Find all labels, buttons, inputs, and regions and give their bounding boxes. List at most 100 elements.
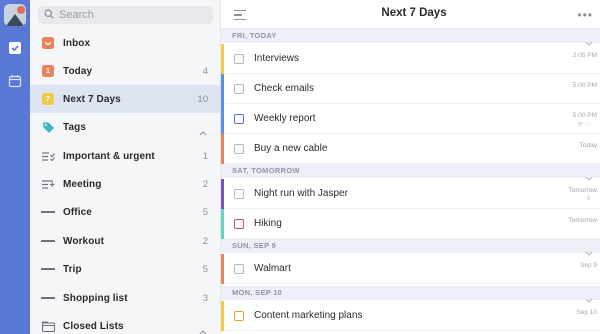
main-header: Next 7 Days •••: [221, 0, 600, 29]
task-row[interactable]: Check emails 5:00 PM: [221, 74, 600, 104]
task-checkbox[interactable]: [234, 54, 244, 64]
section-header-sep-9[interactable]: SUN, SEP 9: [221, 239, 600, 256]
section-label: SUN, SEP 9: [232, 241, 277, 250]
task-checkbox[interactable]: [234, 114, 244, 124]
task-row[interactable]: Night run with Jasper Tomorrow ≡: [221, 179, 600, 209]
sidebar-item-count: 3: [202, 292, 208, 304]
priority-stripe: [221, 44, 224, 74]
repeat-and-comment-icons: ⟳ ♡: [577, 122, 590, 128]
chevron-up-icon[interactable]: [199, 322, 207, 334]
list-icon: [41, 234, 56, 248]
task-date: 2:05 PM: [572, 52, 597, 59]
sidebar-item-label: Today: [63, 65, 93, 77]
sidebar: Search Inbox 1 Today 4 7 Next 7 Days 10 …: [30, 0, 221, 334]
task-row[interactable]: Weekly report 5:00 PM ⟳ ♡: [221, 104, 600, 134]
task-title: Walmart: [254, 263, 291, 274]
task-title: Night run with Jasper: [254, 188, 348, 199]
priority-stripe: [221, 104, 224, 134]
sidebar-item-meeting[interactable]: Meeting 2: [30, 170, 220, 198]
inbox-icon: [41, 36, 55, 50]
app-rail: [0, 0, 30, 334]
priority-stripe: [221, 179, 224, 209]
task-checkbox[interactable]: [234, 219, 244, 229]
sidebar-item-count: 10: [197, 93, 208, 105]
task-title: Content marketing plans: [254, 310, 363, 321]
task-date: Tomorrow: [568, 217, 597, 224]
next-7-days-icon: 7: [41, 92, 55, 106]
list-icon: [41, 291, 56, 305]
sidebar-item-office[interactable]: Office 5: [30, 198, 220, 226]
sidebar-item-count: 5: [202, 206, 208, 218]
section-header-sep-10[interactable]: MON, SEP 10: [221, 286, 600, 303]
task-checkbox[interactable]: [234, 264, 244, 274]
priority-stripe: [221, 254, 224, 284]
task-checkbox[interactable]: [234, 144, 244, 154]
sidebar-item-label: Next 7 Days: [63, 93, 121, 105]
filter-list-icon: [41, 177, 55, 191]
task-date: 5:00 PM: [572, 82, 597, 89]
sidebar-item-important-urgent[interactable]: Important & urgent 1: [30, 142, 220, 170]
priority-stripe: [221, 134, 224, 164]
sidebar-item-label: Important & urgent: [63, 150, 155, 162]
task-date: Tomorrow: [568, 187, 597, 194]
sidebar-item-label: Trip: [63, 263, 82, 275]
tasks-checkbox-icon[interactable]: [6, 39, 24, 57]
section-label: MON, SEP 10: [232, 288, 283, 297]
task-row[interactable]: Interviews 2:05 PM: [221, 44, 600, 74]
task-title: Check emails: [254, 83, 315, 94]
section-label: SAT, TOMORROW: [232, 166, 300, 175]
archive-folder-icon: [41, 319, 55, 333]
task-title: Weekly report: [254, 113, 316, 124]
section-header-today[interactable]: FRI, TODAY: [221, 29, 600, 46]
sidebar-item-tags[interactable]: Tags: [30, 113, 220, 141]
list-icon: [41, 205, 56, 219]
calendar-icon[interactable]: [6, 72, 24, 90]
more-options-icon[interactable]: •••: [577, 8, 593, 22]
task-checkbox[interactable]: [234, 84, 244, 94]
sidebar-item-label: Office: [63, 206, 92, 218]
task-row[interactable]: Walmart Sep 9: [221, 254, 600, 284]
notification-badge: [17, 6, 25, 14]
task-date: Today: [579, 142, 597, 149]
search-input[interactable]: Search: [38, 6, 213, 24]
comment-icon: ≡: [586, 196, 590, 202]
search-placeholder: Search: [59, 9, 94, 21]
sidebar-item-label: Tags: [63, 121, 86, 133]
task-row[interactable]: Hiking Tomorrow: [221, 209, 600, 239]
task-date: 5:00 PM: [572, 112, 597, 119]
filter-list-icon: [41, 149, 55, 163]
sidebar-item-inbox[interactable]: Inbox: [30, 29, 220, 57]
task-date: Sep 10: [576, 309, 597, 316]
page-title: Next 7 Days: [381, 7, 447, 19]
search-icon: [44, 6, 54, 24]
priority-stripe: [221, 74, 224, 104]
task-date: Sep 9: [580, 262, 597, 269]
priority-stripe: [221, 301, 224, 331]
task-row[interactable]: Buy a new cable Today: [221, 134, 600, 164]
sidebar-item-workout[interactable]: Workout 2: [30, 227, 220, 255]
sidebar-item-label: Meeting: [63, 178, 102, 190]
task-checkbox[interactable]: [234, 189, 244, 199]
task-title: Hiking: [254, 218, 282, 229]
section-header-tomorrow[interactable]: SAT, TOMORROW: [221, 164, 600, 181]
sidebar-item-trip[interactable]: Trip 5: [30, 255, 220, 283]
list-icon: [41, 262, 56, 276]
sidebar-item-next-7-days[interactable]: 7 Next 7 Days 10: [30, 85, 220, 113]
task-checkbox[interactable]: [234, 311, 244, 321]
sidebar-item-count: 4: [202, 65, 208, 77]
sidebar-item-count: 5: [202, 263, 208, 275]
sidebar-item-closed-lists[interactable]: Closed Lists: [30, 312, 220, 334]
sidebar-item-label: Closed Lists: [63, 320, 124, 332]
sidebar-item-count: 2: [202, 178, 208, 190]
sidebar-item-count: 1: [202, 150, 208, 162]
sidebar-item-label: Shopping list: [63, 292, 128, 304]
sidebar-item-count: 2: [202, 235, 208, 247]
priority-stripe: [221, 209, 224, 239]
sidebar-item-today[interactable]: 1 Today 4: [30, 57, 220, 85]
sidebar-item-shopping-list[interactable]: Shopping list 3: [30, 284, 220, 312]
task-title: Interviews: [254, 53, 300, 64]
task-row[interactable]: Content marketing plans Sep 10: [221, 301, 600, 331]
section-label: FRI, TODAY: [232, 31, 277, 40]
chevron-up-icon[interactable]: [199, 123, 207, 141]
avatar[interactable]: [4, 4, 26, 26]
